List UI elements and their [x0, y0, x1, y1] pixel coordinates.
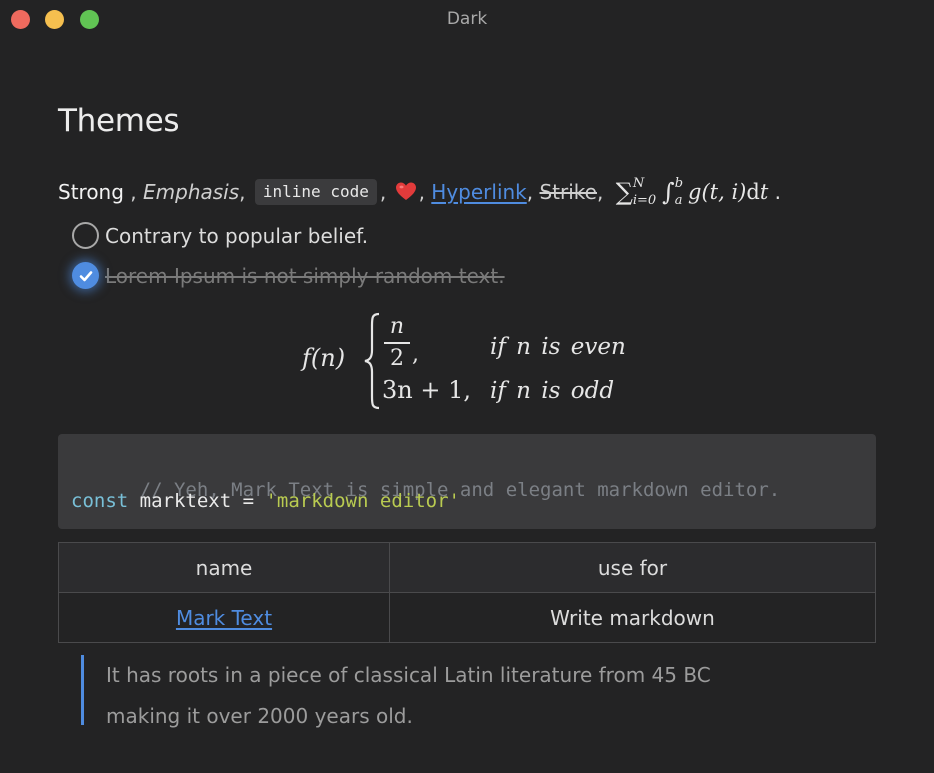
table-cell-link[interactable]: Mark Text: [176, 606, 272, 630]
fraction: n 2: [382, 314, 412, 371]
code-string: 'markdown editor': [265, 490, 460, 512]
integral-upper-limit: b: [674, 176, 684, 191]
fraction-denominator: 2: [390, 346, 404, 371]
editor-window: Dark Themes Strong , Emphasis , inline c…: [0, 0, 934, 773]
inline-math-formula[interactable]: ∑ N i=0 ∫ b a g(t, i) dt .: [615, 176, 781, 208]
math-end: .: [768, 180, 781, 204]
math-function-name: f(n): [302, 344, 346, 372]
fraction-numerator: n: [389, 314, 405, 339]
hyperlink[interactable]: Hyperlink: [431, 180, 526, 204]
sigma-lower-limit: i=0: [632, 193, 657, 208]
integral-limits: b a: [674, 176, 684, 208]
checkmark-icon: [79, 270, 92, 281]
code-keyword: const: [71, 490, 129, 512]
title-bar: Dark: [0, 0, 934, 40]
table-row: Mark Text Write markdown: [58, 592, 876, 643]
math-differential: d: [746, 180, 760, 204]
separator: ,: [526, 180, 540, 204]
task-text: Lorem Ipsum is not simply random text.: [105, 263, 505, 288]
sigma-limits: N i=0: [632, 176, 657, 208]
code-block[interactable]: // Yeh, Mark Text is simple and elegant …: [58, 434, 876, 529]
inline-formatting-paragraph[interactable]: Strong , Emphasis , inline code , , Hype…: [58, 172, 781, 212]
strong-text: Strong: [58, 180, 124, 204]
separator: ,: [596, 180, 610, 204]
strikethrough-text: Strike: [539, 180, 597, 204]
task-checkbox-checked[interactable]: [72, 262, 99, 289]
table-header-cell[interactable]: use for: [389, 542, 876, 593]
task-text: Contrary to popular belief.: [105, 223, 369, 248]
case-condition-odd: if n is odd: [490, 378, 615, 404]
table-cell[interactable]: Write markdown: [389, 592, 876, 643]
integral-symbol: ∫: [662, 178, 675, 206]
task-item[interactable]: Contrary to popular belief.: [72, 222, 368, 249]
code-line-comment: // Yeh, Mark Text is simple and elegant …: [71, 454, 863, 501]
table-header-cell[interactable]: name: [58, 542, 390, 593]
window-title: Dark: [446, 9, 488, 29]
blockquote-line: It has roots in a piece of classical Lat…: [106, 663, 711, 687]
heart-emoji-icon: [395, 181, 417, 203]
emphasis-text: Emphasis: [143, 180, 240, 204]
math-function: g(t, i): [688, 180, 747, 204]
blockquote[interactable]: It has roots in a piece of classical Lat…: [81, 655, 781, 728]
block-math-formula[interactable]: f(n) n 2 , 3n + 1, if n is even if n is …: [300, 312, 640, 412]
case-condition-even: if n is even: [490, 334, 626, 360]
sigma-symbol: ∑: [615, 178, 633, 206]
task-item-completed[interactable]: Lorem Ipsum is not simply random text.: [72, 262, 505, 289]
separator: ,: [123, 180, 144, 204]
table-cell[interactable]: Mark Text: [58, 592, 390, 643]
inline-code: inline code: [254, 179, 377, 205]
separator: ,: [239, 180, 252, 204]
separator: ,: [418, 180, 432, 204]
code-identifier: marktext =: [128, 490, 266, 512]
fraction-bar: [384, 342, 410, 344]
fraction-comma: ,: [412, 342, 419, 367]
markdown-table[interactable]: name use for Mark Text Write markdown: [58, 542, 876, 643]
separator: ,: [379, 180, 393, 204]
table-header-row: name use for: [58, 542, 876, 593]
sigma-upper-limit: N: [632, 176, 645, 191]
blockquote-line: making it over 2000 years old.: [106, 704, 413, 728]
task-checkbox-unchecked[interactable]: [72, 222, 99, 249]
left-brace-icon: [364, 312, 380, 410]
document-heading[interactable]: Themes: [58, 103, 180, 139]
integral-lower-limit: a: [674, 193, 683, 208]
case-expression-odd: 3n + 1,: [382, 376, 471, 404]
math-variable: t: [759, 180, 769, 204]
